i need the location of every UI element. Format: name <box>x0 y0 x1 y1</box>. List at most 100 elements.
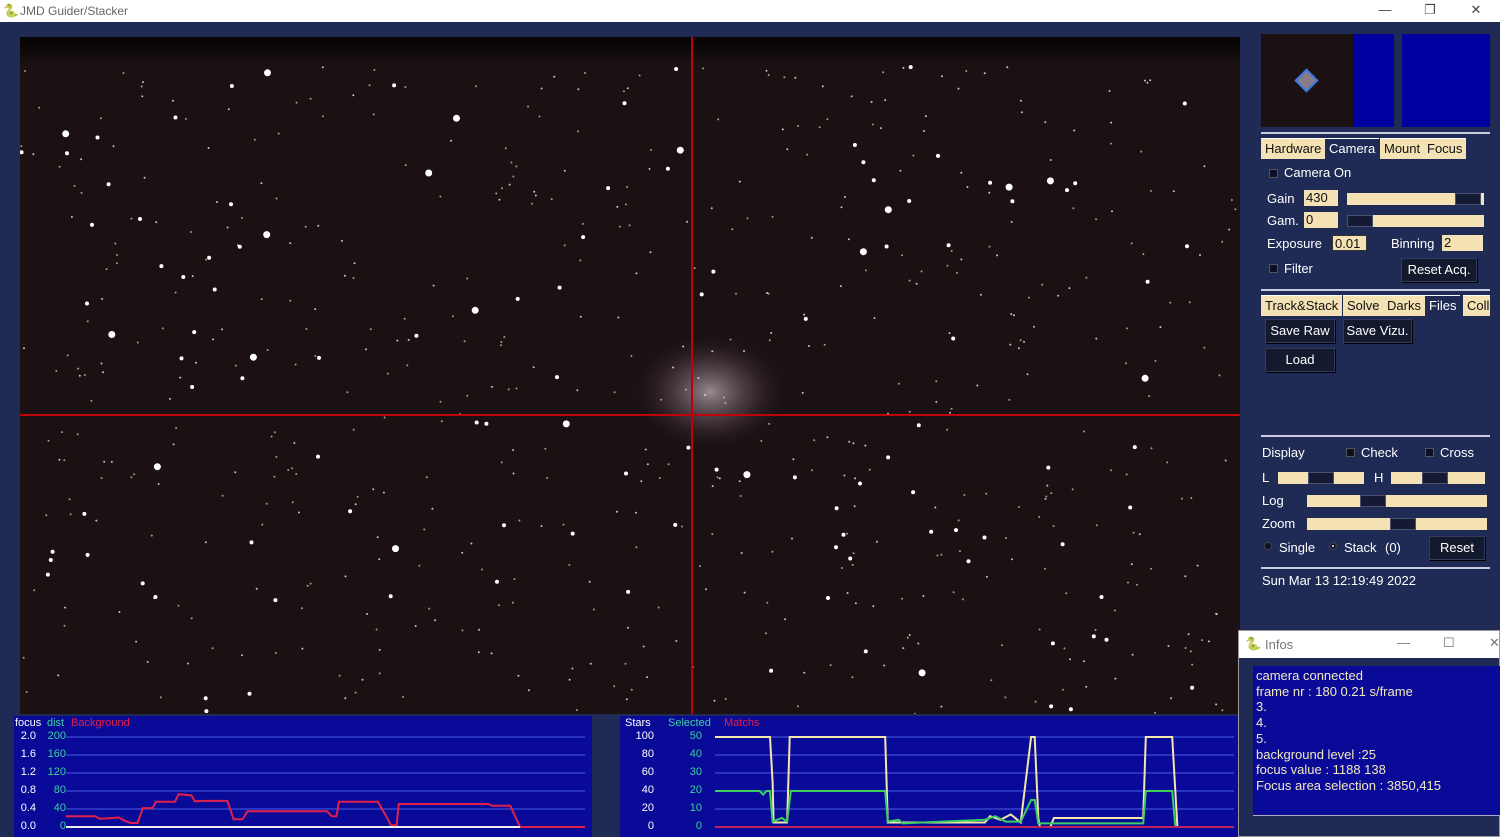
star <box>766 601 769 604</box>
star <box>189 231 192 233</box>
binning-dropdown[interactable]: 2 <box>1442 235 1483 251</box>
star <box>63 624 66 627</box>
l-slider-thumb[interactable] <box>1308 472 1334 484</box>
star <box>86 320 89 323</box>
tab-mount[interactable]: Mount <box>1380 138 1425 159</box>
infos-maximize-button[interactable]: ☐ <box>1443 635 1455 651</box>
stack-radio[interactable] <box>1329 542 1337 550</box>
filter-checkbox[interactable] <box>1269 264 1278 273</box>
star <box>190 617 193 620</box>
log-slider-thumb[interactable] <box>1360 495 1386 507</box>
check-checkbox[interactable] <box>1346 448 1355 457</box>
star <box>577 88 580 91</box>
star <box>45 514 48 517</box>
save-raw-button[interactable]: Save Raw <box>1265 319 1335 343</box>
star <box>1012 314 1015 317</box>
tab-solve[interactable]: Solve <box>1343 295 1384 316</box>
star <box>1214 612 1217 615</box>
star <box>870 100 873 103</box>
star <box>675 640 678 642</box>
infos-close-button[interactable]: ✕ <box>1489 635 1500 651</box>
star <box>470 542 473 545</box>
camera-on-checkbox[interactable] <box>1269 169 1278 178</box>
y-tick-label: 1.2 <box>20 766 36 778</box>
star <box>1187 633 1190 636</box>
star <box>500 461 503 464</box>
star <box>724 402 727 405</box>
zoom-slider-thumb[interactable] <box>1390 518 1416 530</box>
star <box>515 296 520 301</box>
star <box>1136 583 1138 586</box>
star <box>136 341 139 344</box>
gain-slider-thumb[interactable] <box>1455 193 1481 205</box>
reset-button[interactable]: Reset <box>1429 536 1485 560</box>
single-radio[interactable] <box>1264 542 1272 550</box>
series-background <box>66 793 585 828</box>
star <box>743 471 751 479</box>
tab-hardware[interactable]: Hardware <box>1261 138 1326 159</box>
maximize-button[interactable]: ❐ <box>1415 2 1445 18</box>
tab-camera[interactable]: Camera <box>1325 138 1380 160</box>
gamma-slider-thumb[interactable] <box>1347 215 1373 227</box>
h-slider-thumb[interactable] <box>1422 472 1448 484</box>
load-button[interactable]: Load <box>1265 348 1335 372</box>
l-slider[interactable] <box>1278 472 1364 484</box>
camera-image-view[interactable] <box>20 37 1240 714</box>
star <box>743 591 746 594</box>
star <box>941 75 943 78</box>
star <box>854 477 857 480</box>
star <box>735 292 737 295</box>
star <box>305 328 308 330</box>
star <box>982 535 987 540</box>
star <box>108 331 116 338</box>
h-slider[interactable] <box>1391 472 1485 484</box>
stack-label: Stack <box>1344 540 1377 555</box>
star <box>1011 558 1013 561</box>
star <box>1050 641 1055 646</box>
exposure-dropdown[interactable]: 0.01 <box>1332 235 1367 251</box>
minimize-button[interactable]: — <box>1370 2 1400 17</box>
tab-focus[interactable]: Focus <box>1423 138 1467 159</box>
nebula <box>630 332 790 452</box>
star <box>133 473 136 476</box>
l-label: L <box>1262 470 1270 485</box>
gain-slider[interactable] <box>1347 193 1484 205</box>
y-tick-label: 0.0 <box>20 820 36 832</box>
gamma-spinbox[interactable]: 0 <box>1304 212 1338 228</box>
star <box>544 447 547 450</box>
star <box>203 696 208 701</box>
star <box>512 472 515 475</box>
star <box>626 589 631 594</box>
save-vizu-button[interactable]: Save Vizu. <box>1343 319 1412 343</box>
tab-track-stack[interactable]: Track&Stack <box>1261 295 1343 316</box>
reset-acq-button[interactable]: Reset Acq. <box>1401 258 1477 282</box>
star <box>681 525 684 528</box>
tab-colli[interactable]: Colli <box>1463 295 1490 316</box>
star <box>908 279 911 282</box>
star <box>414 333 419 338</box>
log-slider[interactable] <box>1307 495 1487 507</box>
star <box>501 187 503 190</box>
close-button[interactable]: ✕ <box>1461 2 1491 18</box>
star <box>1005 183 1013 191</box>
zoom-slider[interactable] <box>1307 518 1487 530</box>
star <box>425 169 433 177</box>
star <box>550 198 553 201</box>
infos-minimize-button[interactable]: — <box>1397 635 1410 650</box>
gamma-slider[interactable] <box>1347 215 1484 227</box>
star <box>64 606 67 609</box>
star <box>101 297 104 300</box>
star <box>724 697 727 700</box>
tab-files[interactable]: Files <box>1425 295 1461 317</box>
gain-spinbox[interactable]: 430 <box>1304 190 1338 206</box>
star <box>66 354 69 357</box>
tab-darks[interactable]: Darks <box>1383 295 1425 316</box>
star <box>714 467 719 472</box>
star <box>913 713 916 714</box>
star <box>672 366 675 369</box>
star <box>344 697 347 700</box>
star <box>810 469 813 472</box>
star <box>568 678 571 681</box>
star <box>1020 111 1023 114</box>
cross-checkbox[interactable] <box>1425 448 1434 457</box>
